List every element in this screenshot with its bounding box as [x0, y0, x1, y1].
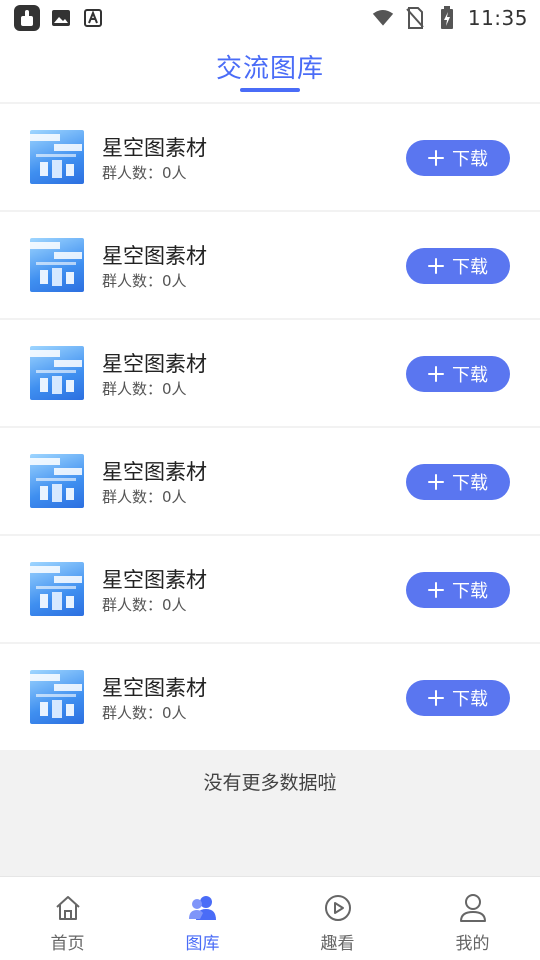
bottom-tab-bar: 首页 图库 趣看 我的 [0, 876, 540, 960]
plus-icon [428, 366, 444, 382]
item-name: 星空图素材 [102, 568, 207, 592]
list-item[interactable]: 星空图素材 群人数：0人 下载 [0, 428, 540, 534]
plus-icon [428, 150, 444, 166]
item-name: 星空图素材 [102, 676, 207, 700]
item-name: 星空图素材 [102, 352, 207, 376]
tab-home[interactable]: 首页 [0, 877, 135, 960]
gallery-list: 星空图素材 群人数：0人 下载 星空图素材 群人数：0人 下载 星空图素材 群人… [0, 104, 540, 752]
tab-watch[interactable]: 趣看 [270, 877, 405, 960]
download-button-label: 下载 [452, 365, 488, 386]
tab-label: 我的 [455, 934, 490, 954]
gallery-users-icon [188, 893, 218, 923]
item-name: 星空图素材 [102, 136, 207, 160]
item-member-count: 群人数：0人 [102, 596, 187, 614]
download-button[interactable]: 下载 [406, 356, 510, 392]
plus-icon [428, 690, 444, 706]
download-button[interactable]: 下载 [406, 140, 510, 176]
play-icon [323, 893, 353, 923]
plus-icon [428, 258, 444, 274]
download-button[interactable]: 下载 [406, 680, 510, 716]
item-member-count: 群人数：0人 [102, 380, 187, 398]
list-item[interactable]: 星空图素材 群人数：0人 下载 [0, 644, 540, 750]
tab-label: 图库 [185, 934, 220, 954]
no-sim-icon [404, 7, 426, 29]
tab-label: 首页 [50, 934, 85, 954]
download-button-label: 下载 [452, 473, 488, 494]
item-name: 星空图素材 [102, 244, 207, 268]
download-button[interactable]: 下载 [406, 464, 510, 500]
plus-icon [428, 582, 444, 598]
download-button[interactable]: 下载 [406, 572, 510, 608]
item-member-count: 群人数：0人 [102, 272, 187, 290]
status-time: 11:35 [467, 6, 528, 30]
image-icon [50, 7, 72, 29]
page-title: 交流图库 [215, 54, 324, 84]
accessibility-icon [82, 7, 104, 29]
item-thumbnail [30, 238, 84, 292]
download-button-label: 下载 [452, 689, 488, 710]
page-header: 交流图库 [0, 36, 540, 102]
home-icon [53, 893, 83, 923]
wifi-icon [372, 7, 394, 29]
item-member-count: 群人数：0人 [102, 164, 187, 182]
item-name: 星空图素材 [102, 460, 207, 484]
status-bar: 11:35 [0, 0, 540, 36]
list-item[interactable]: 星空图素材 群人数：0人 下载 [0, 104, 540, 210]
download-button-label: 下载 [452, 257, 488, 278]
item-thumbnail [30, 454, 84, 508]
list-item[interactable]: 星空图素材 群人数：0人 下载 [0, 212, 540, 318]
item-member-count: 群人数：0人 [102, 488, 187, 506]
tab-gallery[interactable]: 图库 [135, 877, 270, 960]
item-thumbnail [30, 346, 84, 400]
no-more-data-text: 没有更多数据啦 [203, 772, 337, 794]
list-item[interactable]: 星空图素材 群人数：0人 下载 [0, 536, 540, 642]
item-thumbnail [30, 562, 84, 616]
title-underline [240, 88, 300, 92]
download-button[interactable]: 下载 [406, 248, 510, 284]
profile-icon [458, 893, 488, 923]
item-thumbnail [30, 130, 84, 184]
item-thumbnail [30, 670, 84, 724]
list-item[interactable]: 星空图素材 群人数：0人 下载 [0, 320, 540, 426]
battery-charging-icon [436, 6, 458, 29]
plus-icon [428, 474, 444, 490]
tab-profile[interactable]: 我的 [405, 877, 540, 960]
app-notification-icon [14, 5, 40, 31]
download-button-label: 下载 [452, 581, 488, 602]
download-button-label: 下载 [452, 149, 488, 170]
item-member-count: 群人数：0人 [102, 704, 187, 722]
tab-label: 趣看 [320, 934, 355, 954]
